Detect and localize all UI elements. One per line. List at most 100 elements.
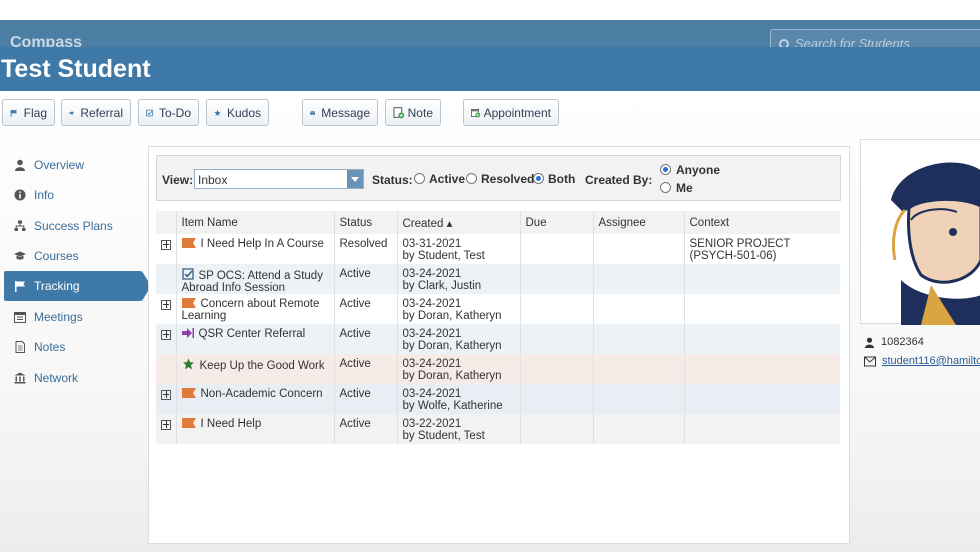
sidebar-item-label: Network [34,371,79,385]
table-row[interactable]: I Need Help In A Course Resolved 03-31-2… [156,234,840,264]
student-search-input[interactable]: Search for Students [770,29,980,47]
status-resolved-radio[interactable] [466,173,477,184]
table-row[interactable]: Concern about Remote Learning Active 03-… [156,294,840,324]
orange-flag-icon [181,388,196,398]
sidebar-item-success-plans[interactable]: Success Plans [4,211,142,241]
item-due [519,324,593,354]
expand-icon[interactable] [161,390,171,400]
checkbox-icon [146,109,153,116]
status-both-radio[interactable] [533,173,544,184]
column-header-item-name[interactable]: Item Name [175,211,334,234]
flag-button[interactable]: Flag [2,99,55,126]
column-header-assignee[interactable]: Assignee [592,211,684,234]
created-by: by Doran, Katheryn [402,370,502,382]
table-row[interactable]: Keep Up the Good Work Active 03-24-2021 b… [156,354,840,384]
item-context [683,354,840,384]
sidebar-item-network[interactable]: Network [4,363,142,393]
student-photo [860,139,980,325]
item-due [519,294,593,324]
student-id: 1082364 [881,336,924,348]
item-status: Active [333,324,397,354]
green-star-icon [182,358,194,370]
item-assignee [592,264,684,294]
item-context [683,384,840,414]
column-header-context[interactable]: Context [683,211,840,234]
created-by-anyone-radio[interactable] [660,164,671,175]
view-select-value: Inbox [198,173,228,187]
tracking-table: Item Name Status Created ▴ Due Assignee … [156,211,840,444]
item-context [683,294,840,324]
referral-button[interactable]: Referral [61,99,131,126]
table-row[interactable]: Non-Academic Concern Active 03-24-2021 by… [156,384,840,414]
sitemap-icon [14,220,26,231]
appointment-button[interactable]: Appointment [463,99,559,126]
kudos-button[interactable]: Kudos [206,99,269,126]
item-status: Active [333,294,397,324]
created-by-me-radio[interactable] [660,182,671,193]
item-status: Active [333,264,397,294]
column-header-created[interactable]: Created ▴ [396,211,520,234]
sidebar-item-overview[interactable]: Overview [4,150,142,180]
table-row[interactable]: I Need Help Active 03-22-2021 by Student,… [156,414,840,444]
kudos-label: Kudos [226,105,261,120]
expand-icon[interactable] [161,330,171,340]
item-status: Resolved [333,234,397,264]
expand-icon[interactable] [161,240,171,250]
item-status: Active [333,384,397,414]
item-assignee [592,324,684,354]
chevron-down-icon [347,170,363,188]
sidebar-item-label: Overview [34,158,85,172]
student-email-link[interactable]: student116@hamiltc [882,355,980,367]
message-label: Message [321,105,370,120]
sidebar-item-meetings[interactable]: Meetings [4,302,142,332]
user-icon [864,337,875,348]
student-name: Test Student [1,55,151,83]
student-header: Test Student [0,47,980,91]
document-icon [15,341,25,353]
bank-icon [14,372,26,384]
item-assignee [592,294,684,324]
column-header-due[interactable]: Due [519,211,593,234]
appointment-label: Appointment [483,105,551,120]
sidebar-item-notes[interactable]: Notes [4,332,142,362]
envelope-icon [864,356,876,366]
note-label: Note [407,105,433,120]
table-row[interactable]: QSR Center Referral Active 03-24-2021 by … [156,324,840,354]
expand-column-header [156,211,176,234]
column-header-status[interactable]: Status [333,211,397,234]
flag-icon [10,109,18,117]
expand-icon[interactable] [161,420,171,430]
item-status: Active [333,414,397,444]
item-assignee [592,414,684,444]
table-row[interactable]: SP OCS: Attend a Study Abroad Info Sessi… [156,264,840,294]
sidebar-item-label: Tracking [34,279,80,293]
status-both-label: Both [548,172,576,186]
item-context [683,264,840,294]
expand-icon[interactable] [161,300,171,310]
mascot-logo [891,162,980,325]
view-select[interactable]: Inbox [194,169,364,189]
item-due [519,414,593,444]
created-date: 03-31-2021 [402,238,462,250]
status-active-radio[interactable] [414,173,425,184]
referral-label: Referral [80,105,123,120]
status-label: Status: [372,173,413,187]
top-margin [0,0,980,20]
item-status: Active [333,354,397,384]
sidebar-item-tracking[interactable]: Tracking [4,271,151,301]
calendar-icon [14,312,26,323]
checkbox-icon [181,268,194,280]
filter-bar: View: Inbox Status: Active Resolved Both… [156,155,841,201]
app-bar: Compass Search for Students [0,20,980,47]
message-button[interactable]: Message [302,99,378,126]
created-date: 03-22-2021 [402,418,462,430]
item-name: I Need Help [200,418,262,430]
sidebar-item-label: Meetings [34,310,83,324]
sidebar-item-courses[interactable]: Courses [4,241,142,271]
sidebar-item-info[interactable]: Info [4,180,142,210]
orange-flag-icon [181,298,196,308]
star-icon [214,109,221,116]
todo-button[interactable]: To-Do [138,99,199,126]
orange-flag-icon [181,418,196,428]
note-button[interactable]: Note [385,99,441,126]
